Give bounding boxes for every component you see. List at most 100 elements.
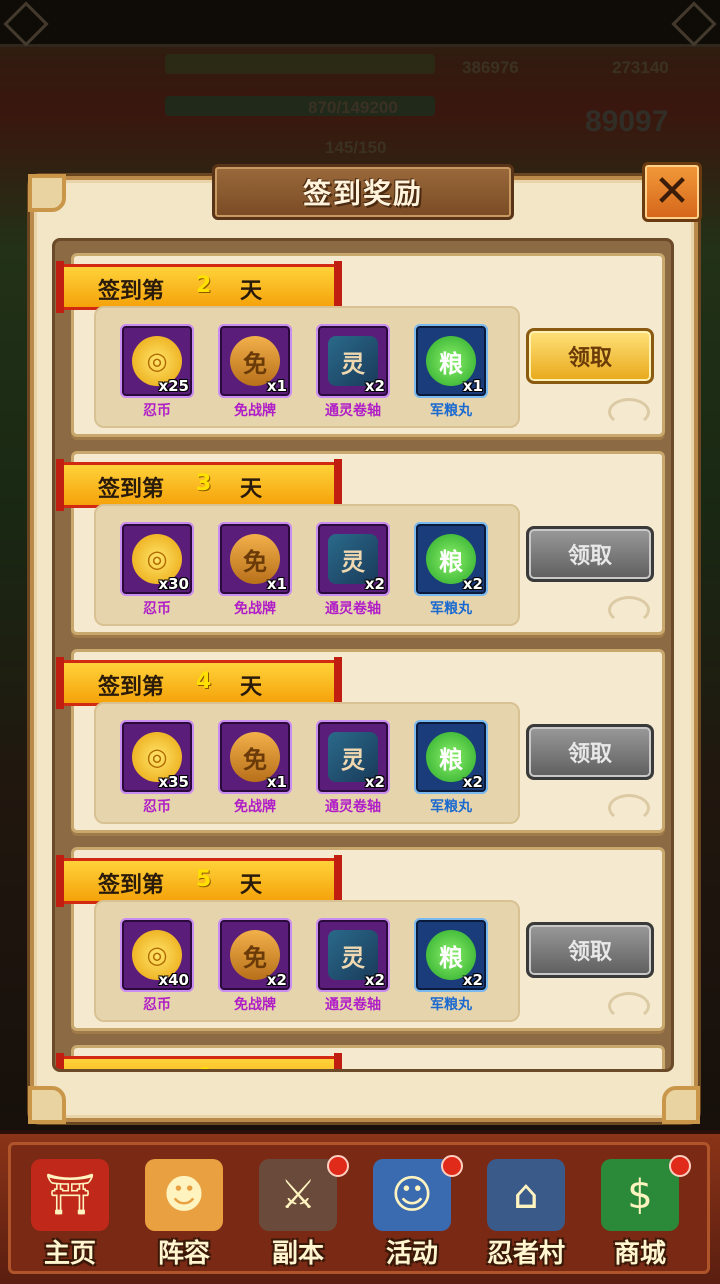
reward-item-frame[interactable]: 免 x1	[218, 522, 292, 596]
reward-item-name: 军粮丸	[430, 403, 472, 419]
nav-label: 忍者村	[486, 1239, 565, 1269]
reward-item-name: 免战牌	[234, 799, 276, 815]
dialog-title: 签到奖励	[302, 177, 423, 210]
claim-button[interactable]: 领取	[526, 526, 654, 582]
reward-item[interactable]: 免 x1 免战牌	[218, 720, 292, 816]
day-unit: 天	[240, 873, 263, 898]
reward-item-frame[interactable]: 灵 x2	[316, 522, 390, 596]
reward-item-frame[interactable]: 粮 x2	[414, 918, 488, 992]
reward-item-name: 通灵卷轴	[325, 997, 381, 1013]
nav-item[interactable]: ☻ 阵容	[129, 1159, 239, 1277]
day-label: 签到第	[98, 675, 165, 700]
money-bag-icon: $	[601, 1159, 679, 1231]
day-label: 签到第	[98, 279, 165, 304]
reward-item-frame[interactable]: 灵 x2	[316, 324, 390, 398]
bottom-nav-panel: ⛩ 主页 ☻ 阵容 ⚔ 副本 ☺ 活动 ⌂ 忍者村 $ 商城	[8, 1142, 710, 1274]
reward-row: 签到第 4 天 ◎ x35 忍币 免 x1 免战牌 灵 x2 通灵卷轴 粮 x2 军粮丸 领取	[56, 649, 665, 833]
reward-item[interactable]: ◎ x25 忍币	[120, 324, 194, 420]
nav-item[interactable]: ⛩ 主页	[15, 1159, 125, 1277]
reward-item-name: 忍币	[143, 601, 171, 617]
reward-item-frame[interactable]: ◎ x40	[120, 918, 194, 992]
reward-item-frame[interactable]: ◎ x25	[120, 324, 194, 398]
reward-quantity: x25	[158, 377, 189, 395]
reward-item-frame[interactable]: 免 x1	[218, 324, 292, 398]
notification-dot	[669, 1155, 691, 1177]
day-unit: 天	[240, 675, 263, 700]
nav-item[interactable]: ⚔ 副本	[243, 1155, 353, 1277]
nav-item[interactable]: $ 商城	[585, 1155, 695, 1277]
nav-label: 主页	[43, 1239, 96, 1269]
reward-item[interactable]: ◎ x40 忍币	[120, 918, 194, 1014]
fox-mask-icon: ☺	[373, 1159, 451, 1231]
reward-item-name: 通灵卷轴	[325, 799, 381, 815]
reward-item[interactable]: 灵 x2 通灵卷轴	[316, 720, 390, 816]
reward-item-frame[interactable]: ◎ x30	[120, 522, 194, 596]
reward-quantity: x2	[364, 575, 385, 593]
reward-quantity: x2	[266, 971, 287, 989]
reward-item-frame[interactable]: 免 x2	[218, 918, 292, 992]
reward-item[interactable]: 免 x1 免战牌	[218, 324, 292, 420]
reward-item-name: 免战牌	[234, 997, 276, 1013]
reward-item-frame[interactable]: 灵 x2	[316, 918, 390, 992]
cloud-ornament-icon	[608, 992, 650, 1020]
cloud-ornament-icon	[608, 794, 650, 822]
corner-ornament-icon	[28, 174, 66, 212]
torii-gate-icon: ⛩	[31, 1159, 109, 1231]
reward-item[interactable]: 灵 x2 通灵卷轴	[316, 522, 390, 618]
reward-item[interactable]: 粮 x2 军粮丸	[414, 720, 488, 816]
reward-item[interactable]: 灵 x2 通灵卷轴	[316, 324, 390, 420]
reward-item-frame[interactable]: 灵 x2	[316, 720, 390, 794]
day-number: 5	[196, 867, 212, 892]
nav-item[interactable]: ⌂ 忍者村	[471, 1159, 581, 1277]
notification-dot	[327, 1155, 349, 1177]
cloud-ornament-icon	[608, 596, 650, 624]
notification-dot	[441, 1155, 463, 1177]
reward-items-box: ◎ x30 忍币 免 x1 免战牌 灵 x2 通灵卷轴 粮 x2 军粮丸	[94, 504, 520, 626]
reward-item[interactable]: 免 x2 免战牌	[218, 918, 292, 1014]
reward-item-frame[interactable]: 免 x1	[218, 720, 292, 794]
reward-item[interactable]: ◎ x30 忍币	[120, 522, 194, 618]
day-ribbon: 签到第 4 天	[56, 657, 342, 709]
reward-quantity: x35	[158, 773, 189, 791]
reward-item-name: 军粮丸	[430, 799, 472, 815]
reward-row: 签到第 3 天 ◎ x30 忍币 免 x1 免战牌 灵 x2 通灵卷轴 粮 x2 军粮丸 领取	[56, 451, 665, 635]
reward-item[interactable]: 粮 x2 军粮丸	[414, 918, 488, 1014]
ninja-team-icon: ☻	[145, 1159, 223, 1231]
reward-item[interactable]: ◎ x35 忍币	[120, 720, 194, 816]
day-label: 签到第	[98, 477, 165, 502]
reward-item-name: 忍币	[143, 799, 171, 815]
reward-item-frame[interactable]: 粮 x2	[414, 720, 488, 794]
reward-quantity: x2	[462, 575, 483, 593]
day-number: 6	[196, 1065, 211, 1069]
claim-button[interactable]: 领取	[526, 922, 654, 978]
reward-item-name: 军粮丸	[430, 601, 472, 617]
reward-item[interactable]: 免 x1 免战牌	[218, 522, 292, 618]
nav-label: 活动	[385, 1239, 438, 1269]
day-ribbon: 签到第 2 天	[56, 261, 342, 313]
reward-quantity: x2	[364, 773, 385, 791]
close-icon: ✕	[653, 166, 691, 217]
reward-item-frame[interactable]: ◎ x35	[120, 720, 194, 794]
corner-ornament-icon	[28, 1086, 66, 1124]
bottom-nav: ⛩ 主页 ☻ 阵容 ⚔ 副本 ☺ 活动 ⌂ 忍者村 $ 商城	[0, 1130, 720, 1284]
reward-item[interactable]: 灵 x2 通灵卷轴	[316, 918, 390, 1014]
reward-item-name: 军粮丸	[430, 997, 472, 1013]
reward-items-box: ◎ x25 忍币 免 x1 免战牌 灵 x2 通灵卷轴 粮 x1 军粮丸	[94, 306, 520, 428]
nav-item[interactable]: ☺ 活动	[357, 1155, 467, 1277]
day-number: 2	[196, 273, 212, 298]
weapons-icon: ⚔	[259, 1159, 337, 1231]
reward-quantity: x1	[266, 575, 287, 593]
claim-button[interactable]: 领取	[526, 724, 654, 780]
reward-row: 签到第 5 天 ◎ x40 忍币 免 x2 免战牌 灵 x2 通灵卷轴 粮 x2 军粮丸 领取	[56, 847, 665, 1031]
reward-list[interactable]: 签到第 2 天 ◎ x25 忍币免 x1 免战牌灵 x2 通灵卷轴粮 x1 军粮丸 领取 签到第 3 天 ◎ x3…	[52, 238, 674, 1072]
reward-item[interactable]: 粮 x1 军粮丸	[414, 324, 488, 420]
close-button[interactable]: ✕	[642, 162, 702, 222]
reward-item-name: 免战牌	[234, 403, 276, 419]
reward-item-frame[interactable]: 粮 x2	[414, 522, 488, 596]
reward-item-frame[interactable]: 粮 x1	[414, 324, 488, 398]
nav-label: 商城	[613, 1239, 666, 1269]
claim-button[interactable]: 领取	[526, 328, 654, 384]
reward-item-name: 通灵卷轴	[325, 403, 381, 419]
reward-item[interactable]: 粮 x2 军粮丸	[414, 522, 488, 618]
day-unit: 天	[240, 279, 263, 304]
